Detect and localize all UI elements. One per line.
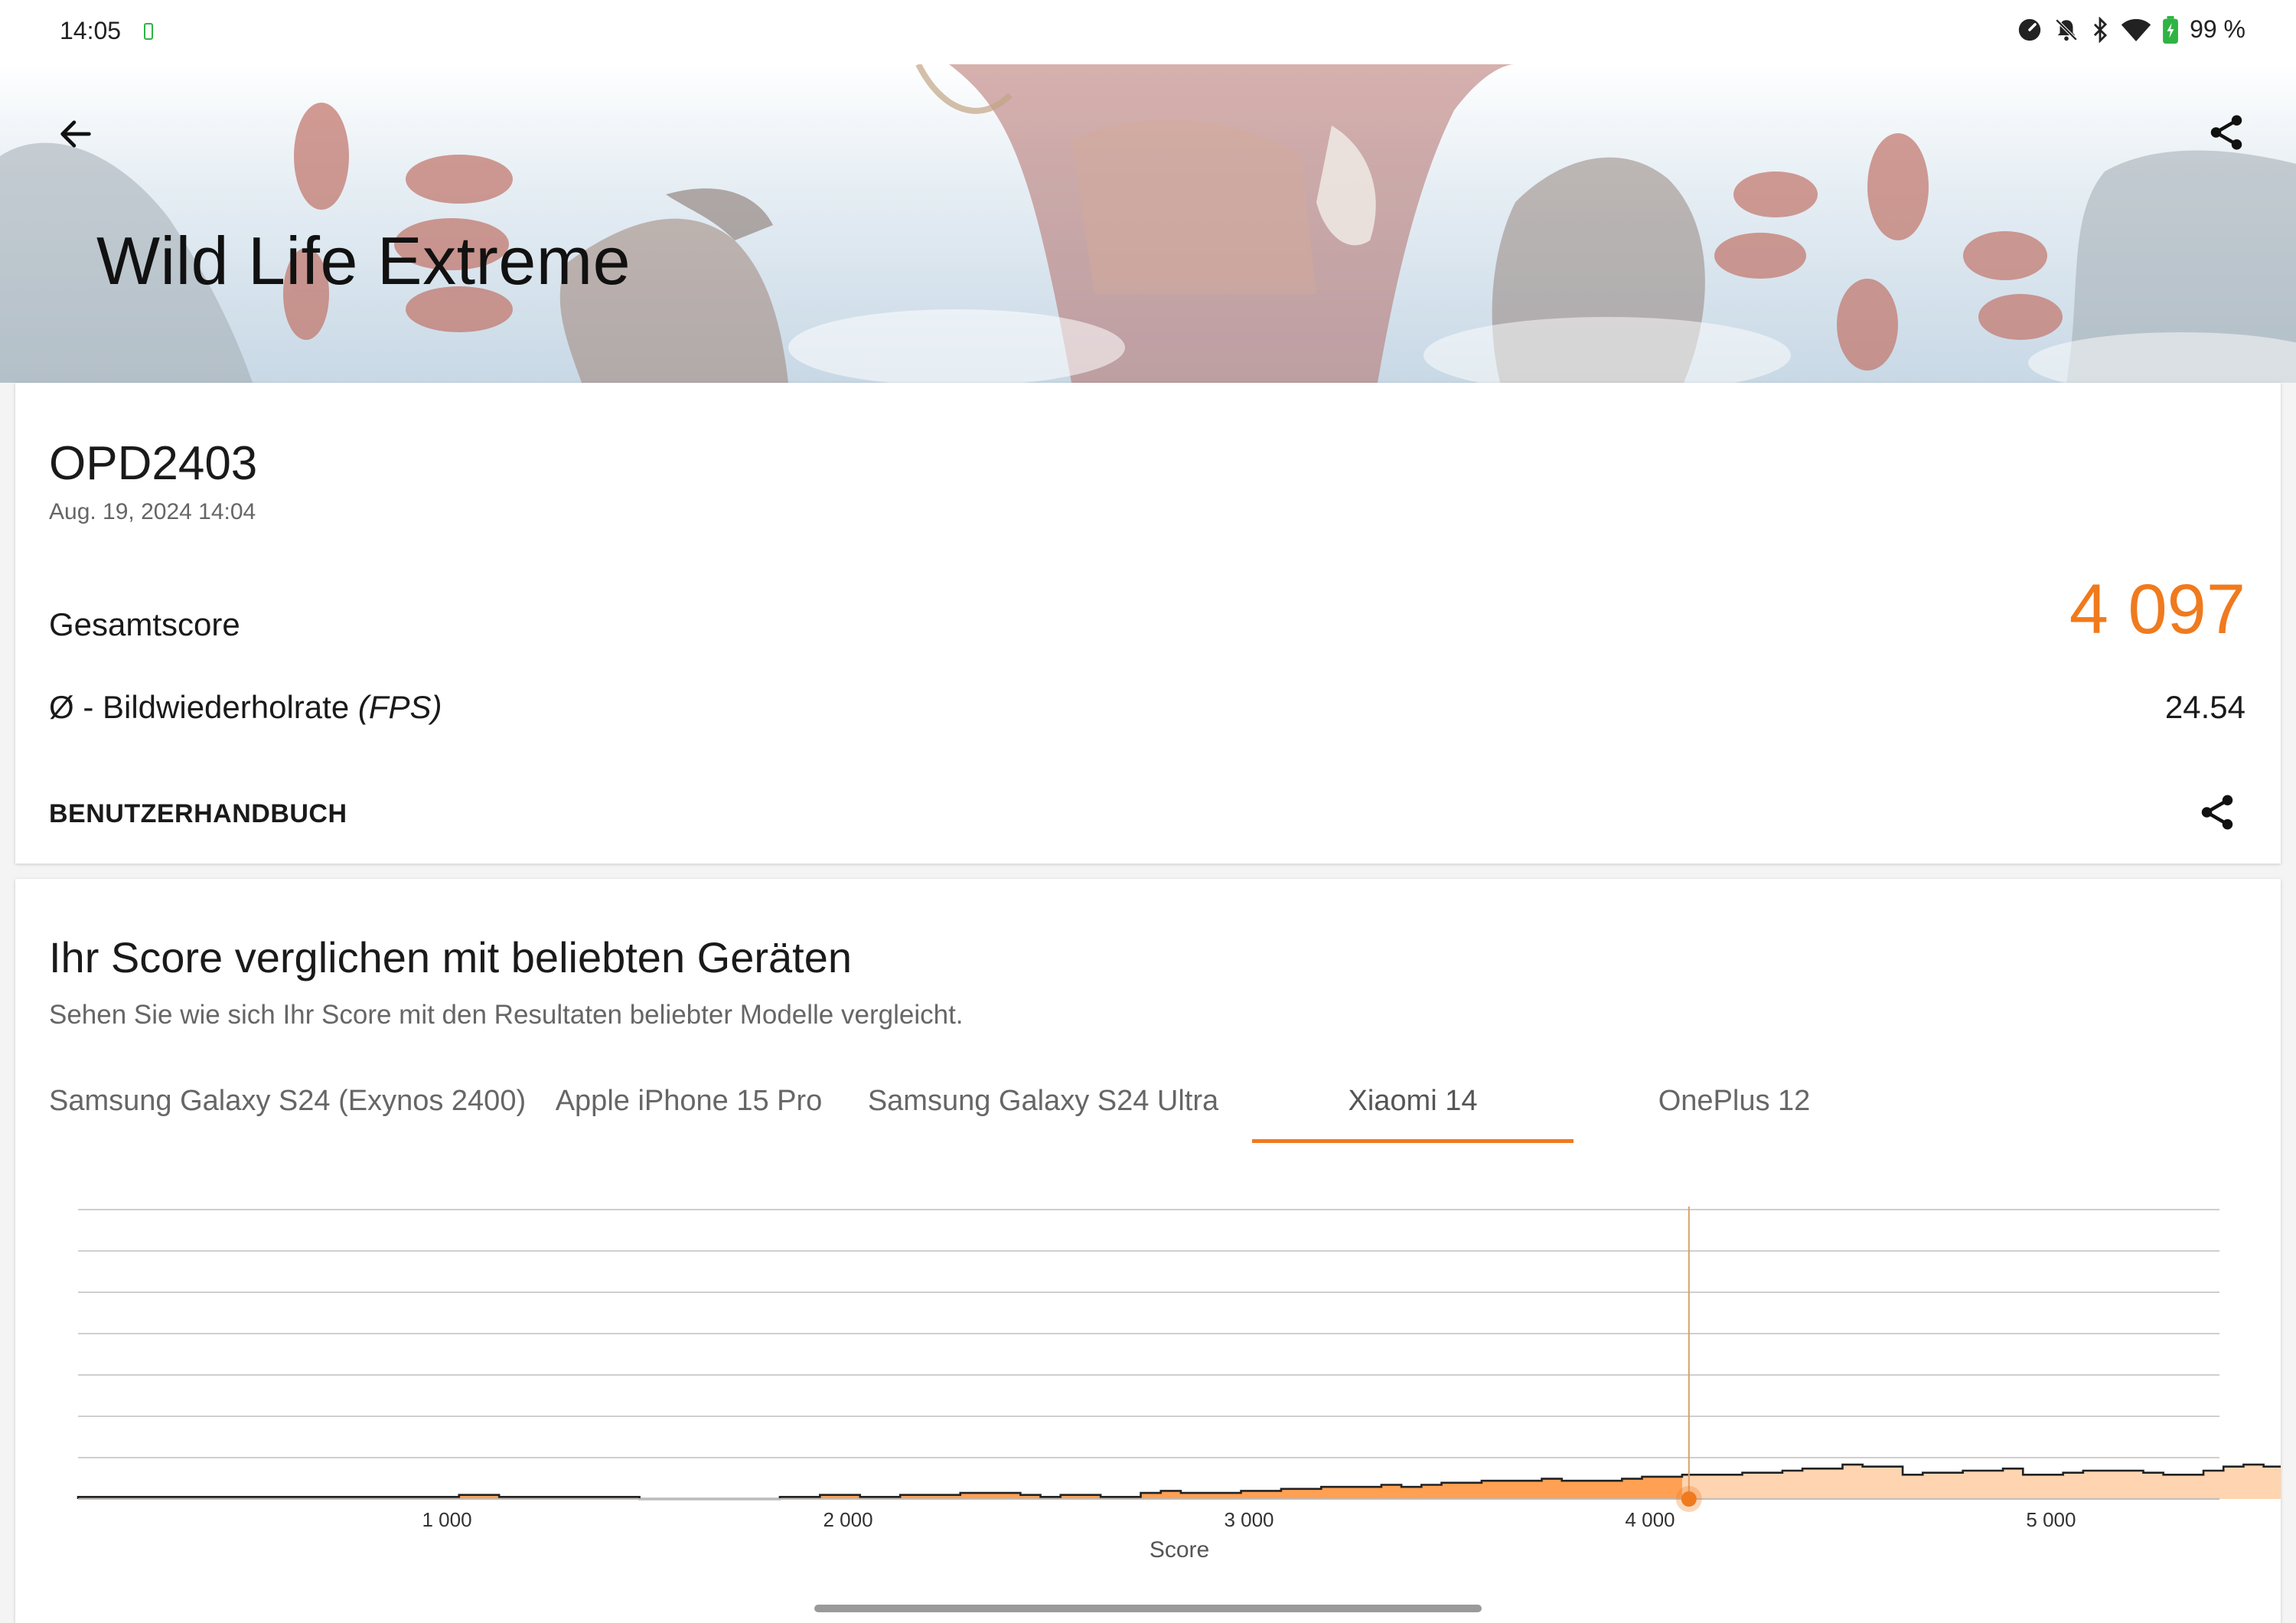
your-score-marker — [1681, 1491, 1697, 1507]
x-tick-label: 2 000 — [823, 1508, 872, 1531]
notifications-off-icon — [2055, 18, 2078, 41]
battery-saver-icon — [144, 23, 153, 40]
histogram-bar — [1581, 1481, 1603, 1499]
x-tick-label: 3 000 — [1224, 1508, 1274, 1531]
histogram-bar — [1762, 1472, 1783, 1499]
histogram-bar — [1261, 1491, 1282, 1499]
device-name: OPD2403 — [49, 437, 258, 490]
histogram-bar — [1722, 1474, 1743, 1499]
battery-charging-icon — [2163, 15, 2178, 44]
x-tick-label: 5 000 — [2026, 1508, 2076, 1531]
histogram-bar — [1561, 1481, 1583, 1499]
tab-apple-iphone-15-pro[interactable]: Apple iPhone 15 Pro — [536, 1063, 842, 1139]
histogram-bar — [1982, 1471, 2004, 1499]
histogram-bar — [2003, 1468, 2024, 1499]
histogram-bar — [1461, 1482, 1482, 1499]
histogram-bar — [1381, 1484, 1402, 1499]
histogram-bar — [1622, 1478, 1643, 1499]
tab-samsung-galaxy-s24-ultra[interactable]: Samsung Galaxy S24 Ultra — [863, 1063, 1223, 1139]
hero-banner: Wild Life Extreme — [0, 64, 2296, 383]
histogram-bar — [1361, 1487, 1382, 1499]
histogram-bar — [2183, 1474, 2204, 1499]
comparison-subtitle: Sehen Sie wie sich Ihr Score mit den Res… — [49, 1000, 964, 1030]
share-icon — [2210, 115, 2242, 150]
histogram-bar — [1942, 1472, 1964, 1499]
user-manual-link[interactable]: BENUTZERHANDBUCH — [49, 799, 347, 829]
result-datetime: Aug. 19, 2024 14:04 — [49, 499, 256, 524]
histogram-bar — [2082, 1471, 2104, 1499]
histogram-bar — [1702, 1474, 1723, 1499]
histogram-bar — [1321, 1487, 1342, 1499]
histogram-bar — [1842, 1465, 1864, 1499]
histogram-bar — [1521, 1481, 1543, 1499]
total-score-label: Gesamtscore — [49, 606, 240, 642]
battery-percent: 99 % — [2190, 15, 2245, 43]
histogram-bar — [2223, 1466, 2245, 1499]
status-time: 14:05 — [60, 17, 122, 44]
tab-xiaomi-14[interactable]: Xiaomi 14 — [1252, 1063, 1574, 1139]
histogram-bar — [1962, 1471, 1984, 1499]
histogram-bar — [1642, 1476, 1663, 1499]
histogram-bar — [1742, 1472, 1763, 1499]
histogram-bar — [1882, 1466, 1903, 1499]
wifi-icon — [2121, 18, 2151, 41]
comparison-title: Ihr Score verglichen mit beliebten Gerät… — [49, 933, 852, 981]
fps-label: Ø - Bildwiederholrate (FPS) — [49, 689, 442, 726]
x-tick-label: 1 000 — [422, 1508, 472, 1531]
data-saver-icon — [2018, 18, 2041, 41]
histogram-bar — [1903, 1474, 1923, 1499]
histogram-bar — [2103, 1471, 2124, 1499]
histogram-bar — [2243, 1465, 2265, 1499]
histogram-bar — [2163, 1474, 2184, 1499]
status-bar: 14:05 99 % — [0, 0, 2296, 64]
histogram-bar — [1862, 1466, 1883, 1499]
histogram-bar — [1280, 1488, 1302, 1499]
histogram-bar — [1502, 1481, 1522, 1499]
histogram-bar — [2043, 1474, 2064, 1499]
histogram-bar — [1160, 1491, 1182, 1499]
histogram-bar — [2063, 1472, 2084, 1499]
histogram-bar — [2263, 1466, 2281, 1499]
score-distribution-chart: 1 000 2 000 3 000 4 000 5 000 Score — [77, 1207, 2281, 1563]
tab-samsung-galaxy-s24-exynos[interactable]: Samsung Galaxy S24 (Exynos 2400) — [49, 1063, 526, 1139]
active-tab-indicator — [1252, 1139, 1574, 1143]
histogram-bar — [2023, 1474, 2044, 1499]
x-tick-label: 4 000 — [1625, 1508, 1675, 1531]
histogram-bar — [1301, 1488, 1322, 1499]
histogram-bar — [1401, 1487, 1422, 1499]
histogram-bar — [2123, 1471, 2144, 1499]
back-button[interactable] — [49, 107, 103, 161]
fps-label-text: Ø - Bildwiederholrate — [49, 689, 358, 725]
fps-label-unit: (FPS) — [357, 689, 442, 725]
comparison-card: Ihr Score verglichen mit beliebten Gerät… — [15, 879, 2281, 1623]
share-icon — [2201, 795, 2233, 830]
histogram-bar — [1241, 1491, 1262, 1499]
histogram-bar — [1923, 1472, 1944, 1499]
fps-value: 24.54 — [2164, 689, 2245, 725]
histogram-bar — [1421, 1484, 1443, 1499]
histogram-bar — [2203, 1471, 2224, 1499]
histogram-bar — [1341, 1487, 1362, 1499]
histogram-bar — [2143, 1472, 2164, 1499]
share-button-top[interactable] — [2200, 106, 2253, 159]
histogram-bar — [1602, 1481, 1623, 1499]
page-title: Wild Life Extreme — [96, 223, 631, 299]
histogram-bar — [1802, 1468, 1823, 1499]
arrow-left-icon — [60, 120, 91, 148]
home-indicator[interactable] — [814, 1605, 1482, 1612]
histogram-bar — [1481, 1481, 1502, 1499]
total-score-value: 4 097 — [2069, 570, 2245, 648]
share-result-button[interactable] — [2190, 785, 2244, 839]
status-icons: 99 % — [2017, 15, 2245, 44]
tab-oneplus-12[interactable]: OnePlus 12 — [1574, 1063, 1895, 1139]
histogram-bar — [1441, 1482, 1463, 1499]
histogram-bar — [1822, 1468, 1844, 1499]
bluetooth-icon — [2093, 16, 2108, 43]
result-card: OPD2403 Aug. 19, 2024 14:04 Gesamtscore … — [15, 383, 2281, 864]
histogram-bar — [1782, 1471, 1803, 1499]
histogram-bar — [1541, 1478, 1563, 1499]
x-axis-label: Score — [1150, 1537, 1209, 1563]
histogram-outline — [77, 1463, 2281, 1501]
